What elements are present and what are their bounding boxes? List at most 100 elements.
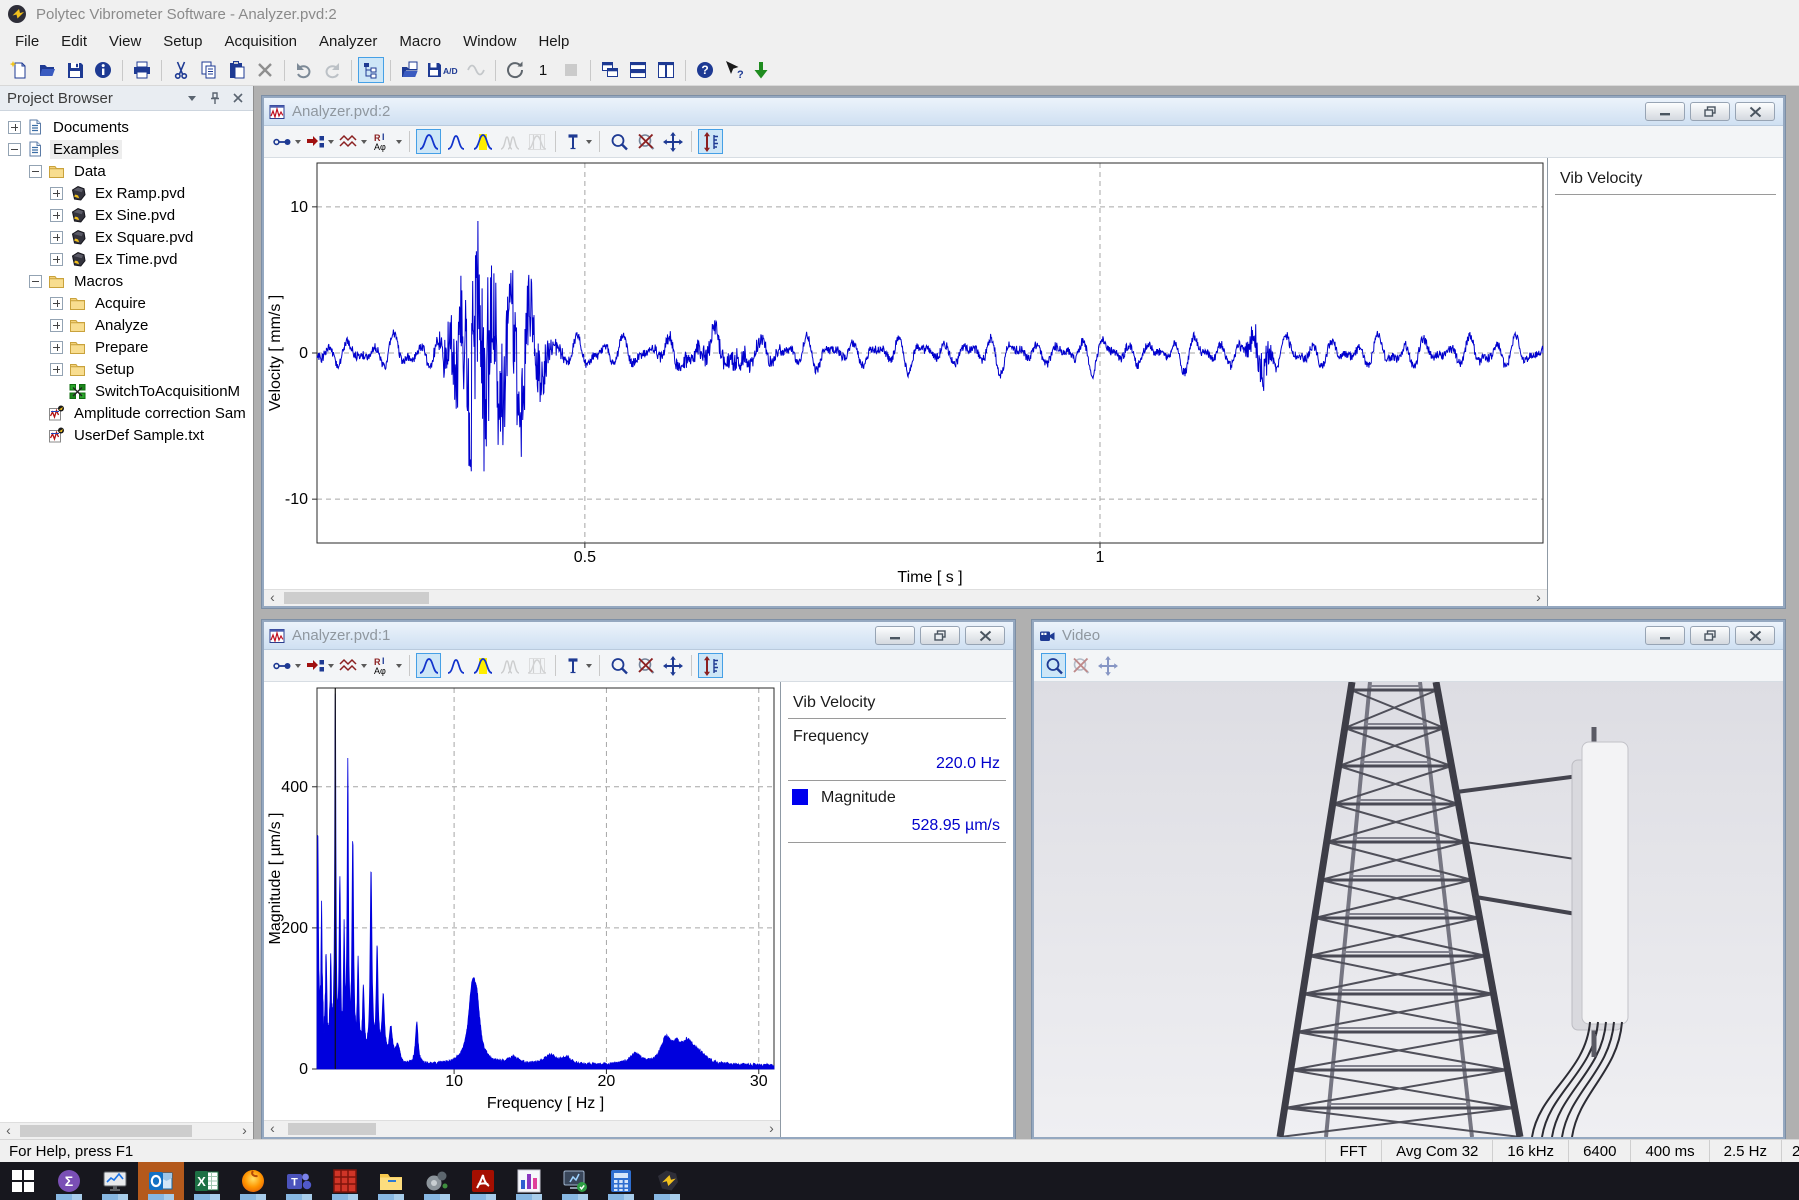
acquisition-count-label[interactable]: 1 [530,57,556,83]
delete-icon[interactable] [252,57,278,83]
yscale-icon[interactable] [698,129,723,154]
chevron-down-icon[interactable] [328,664,334,668]
minimize-icon[interactable] [875,626,915,645]
bell-grey-icon[interactable] [497,653,522,678]
minimize-icon[interactable] [1645,102,1685,121]
close-icon[interactable] [1735,626,1775,645]
wave2-icon[interactable] [337,653,368,678]
chevron-down-icon[interactable] [361,664,367,668]
open-icon[interactable] [34,57,60,83]
close-icon[interactable] [965,626,1005,645]
close-icon[interactable] [1735,102,1775,121]
restore-icon[interactable] [920,626,960,645]
help-icon[interactable]: ? [692,57,718,83]
undo-icon[interactable] [291,57,317,83]
taskbar-presentation-app[interactable] [92,1162,138,1200]
run-macro-icon[interactable] [748,57,774,83]
tree-item-ex-time-pvd[interactable]: Ex Time.pvd [0,248,253,270]
taskbar-file-explorer-app[interactable] [368,1162,414,1200]
spectrum-plot[interactable]: 0200400102030Frequency [ Hz ]Magnitude [… [264,682,780,1120]
expand-icon[interactable] [50,231,63,244]
bell-cursor-icon[interactable] [524,129,549,154]
analyzer1-titlebar[interactable]: Analyzer.pvd:1 [264,622,1013,650]
copy-icon[interactable] [196,57,222,83]
tree-item-prepare[interactable]: Prepare [0,336,253,358]
tree-item-macros[interactable]: Macros [0,270,253,292]
expand-icon[interactable] [50,209,63,222]
marker-icon[interactable] [304,653,335,678]
new-document-icon[interactable] [6,57,32,83]
bell-icon[interactable] [416,129,441,154]
chevron-down-icon[interactable] [586,664,592,668]
open-project-icon[interactable] [397,57,423,83]
scroll-right-icon[interactable]: › [236,1123,253,1139]
yscale-icon[interactable] [698,653,723,678]
stop-icon[interactable] [558,57,584,83]
zoom-off-icon[interactable] [633,653,658,678]
bell-yellow-icon[interactable] [470,129,495,154]
taskbar-grid-app[interactable] [322,1162,368,1200]
zoom-off-icon[interactable] [1068,653,1093,678]
scroll-left-icon[interactable]: ‹ [0,1123,17,1139]
scroll-left-icon[interactable]: ‹ [264,1121,281,1137]
analyzer2-titlebar[interactable]: Analyzer.pvd:2 [264,98,1783,126]
scroll-thumb[interactable] [284,592,429,604]
riaphi-icon[interactable]: RIAφ [370,129,403,154]
paste-icon[interactable] [224,57,250,83]
tree-item-analyze[interactable]: Analyze [0,314,253,336]
bell-cursor-icon[interactable] [524,653,549,678]
scroll-left-icon[interactable]: ‹ [264,590,281,606]
print-icon[interactable] [129,57,155,83]
scroll-thumb[interactable] [288,1123,376,1135]
expand-icon[interactable] [50,341,63,354]
taskbar-sigma-app[interactable]: Σ [46,1162,92,1200]
chevron-down-icon[interactable] [328,140,334,144]
tree-item-userdef-sample-txt[interactable]: UserDef Sample.txt [0,424,253,446]
pin-panel-icon[interactable] [207,90,223,106]
pan-icon[interactable] [660,129,685,154]
menu-item-acquisition[interactable]: Acquisition [213,30,308,53]
bell-grey-icon[interactable] [497,129,522,154]
taskbar-excel-app[interactable]: X [184,1162,230,1200]
pin-icon[interactable] [562,653,593,678]
taskbar-acrobat-app[interactable] [460,1162,506,1200]
chevron-down-icon[interactable] [396,664,402,668]
taskbar-polytec-app[interactable] [644,1162,690,1200]
wave2-icon[interactable] [337,129,368,154]
bell-yellow-icon[interactable] [470,653,495,678]
taskbar-outlook-app[interactable] [138,1162,184,1200]
chevron-down-icon[interactable] [396,140,402,144]
bell2-icon[interactable] [443,653,468,678]
menu-item-setup[interactable]: Setup [152,30,213,53]
save-icon[interactable] [62,57,88,83]
taskbar-remote-desktop-app[interactable] [552,1162,598,1200]
tree-item-ex-square-pvd[interactable]: Ex Square.pvd [0,226,253,248]
menu-item-view[interactable]: View [98,30,152,53]
zoom-icon[interactable] [1041,653,1066,678]
expand-icon[interactable] [50,253,63,266]
link-icon[interactable] [271,653,302,678]
menu-item-file[interactable]: File [4,30,50,53]
tile-horizontal-icon[interactable] [625,57,651,83]
taskbar-calculator-app[interactable] [598,1162,644,1200]
zoom-icon[interactable] [606,653,631,678]
pan-icon[interactable] [1095,653,1120,678]
taskbar-firefox-app[interactable] [230,1162,276,1200]
cascade-windows-icon[interactable] [597,57,623,83]
info-icon[interactable] [90,57,116,83]
tree-item-examples[interactable]: Examples [0,138,253,160]
taskbar-chart-app[interactable] [506,1162,552,1200]
expand-icon[interactable] [50,363,63,376]
marker-icon[interactable] [304,129,335,154]
redo-icon[interactable] [319,57,345,83]
scroll-thumb[interactable] [20,1125,192,1137]
scroll-right-icon[interactable]: › [1530,590,1547,606]
menu-item-analyzer[interactable]: Analyzer [308,30,388,53]
analyzer1-hscrollbar[interactable]: ‹› [264,1120,780,1137]
tree-item-documents[interactable]: Documents [0,116,253,138]
tree-item-ex-sine-pvd[interactable]: Ex Sine.pvd [0,204,253,226]
expand-icon[interactable] [50,319,63,332]
save-ad-icon[interactable]: A/D [425,57,461,83]
context-help-icon[interactable]: ? [720,57,746,83]
zoom-off-icon[interactable] [633,129,658,154]
